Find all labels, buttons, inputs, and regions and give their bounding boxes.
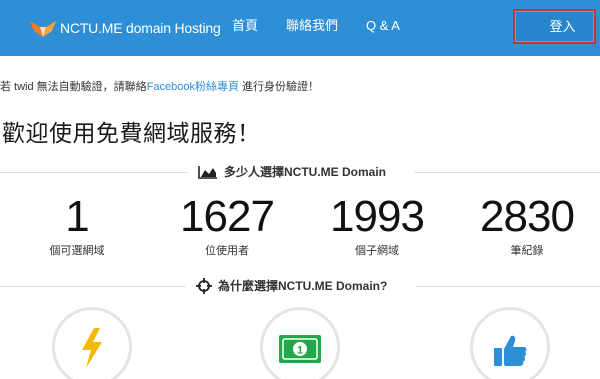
stat-value: 2830 (480, 192, 575, 241)
stat-label: 個子網域 (355, 245, 399, 257)
notice-suffix: 進行身份驗證！ (239, 81, 320, 93)
stats-title-text: 多少人選擇NCTU.ME Domain (224, 165, 387, 179)
stat-subdomains: 1993 個子網域 (317, 194, 437, 258)
top-navbar: NCTU.ME domain Hosting 首頁 聯絡我們 Q & A 登入 (0, 0, 600, 56)
stat-value: 1 (65, 192, 89, 241)
why-section-title: 為什麼選擇NCTU.ME Domain? (196, 277, 387, 294)
fox-logo-icon (30, 21, 56, 37)
nav-qa-link[interactable]: Q & A (366, 0, 400, 56)
facebook-fanpage-link[interactable]: Facebook粉絲專頁 (147, 81, 239, 93)
stat-domains: 1 個可選網域 (17, 194, 137, 258)
stat-label: 位使用者 (205, 245, 249, 257)
nav-contact-link[interactable]: 聯絡我們 (286, 0, 338, 56)
lightning-icon (82, 328, 102, 368)
stats-section-title: 多少人選擇NCTU.ME Domain (198, 163, 386, 180)
why-title-text: 為什麼選擇NCTU.ME Domain? (218, 279, 388, 293)
stat-label: 筆紀錄 (510, 245, 544, 257)
nav-home-link[interactable]: 首頁 (232, 0, 258, 56)
area-chart-icon (198, 165, 217, 179)
stats-divider-right (414, 172, 600, 173)
stat-records: 2830 筆紀錄 (467, 194, 587, 258)
login-button[interactable]: 登入 (513, 9, 596, 44)
brand[interactable]: NCTU.ME domain Hosting (28, 0, 221, 56)
stat-value: 1993 (330, 192, 425, 241)
stats-divider-left (0, 172, 188, 173)
notice-prefix: 若 twid 無法自動驗證，請聯絡 (0, 81, 147, 93)
money-bill-icon: 1 (279, 335, 321, 363)
feature-free: 1 (260, 307, 340, 379)
stat-label: 個可選網域 (49, 245, 105, 257)
feature-fast (52, 307, 132, 379)
why-divider-left (0, 286, 186, 287)
crosshairs-icon (196, 277, 212, 294)
welcome-heading: 歡迎使用免費網域服務！ (2, 121, 261, 147)
stat-users: 1627 位使用者 (167, 194, 287, 258)
svg-text:1: 1 (297, 345, 303, 357)
stat-value: 1627 (180, 192, 275, 241)
brand-name: NCTU.ME domain Hosting (60, 20, 221, 36)
thumbs-up-icon (494, 335, 527, 366)
feature-recommended (470, 307, 550, 379)
login-label: 登入 (549, 19, 576, 34)
verification-notice: 若 twid 無法自動驗證，請聯絡Facebook粉絲專頁 進行身份驗證！ (0, 78, 319, 94)
why-divider-right (416, 286, 600, 287)
